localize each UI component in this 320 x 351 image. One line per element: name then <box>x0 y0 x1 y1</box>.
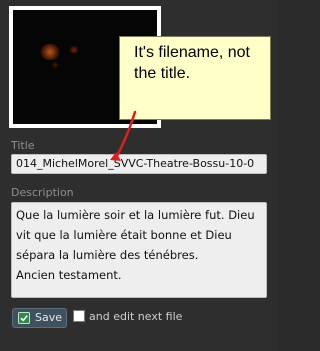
edit-next-checkbox[interactable] <box>73 310 85 322</box>
stage-light <box>69 46 79 54</box>
floppy-check-icon <box>18 312 30 324</box>
stage-light <box>39 44 61 60</box>
photo-edit-panel: Title 014_MichelMorel_SVVC-Theatre-Bossu… <box>0 0 277 351</box>
annotation-callout: It's filename, not the title. <box>119 36 271 120</box>
stage-light <box>51 62 59 68</box>
title-input[interactable]: 014_MichelMorel_SVVC-Theatre-Bossu-10-0 <box>11 154 267 174</box>
save-button-label: Save <box>35 311 63 324</box>
description-label: Description <box>11 186 74 199</box>
save-button[interactable]: Save <box>12 308 67 328</box>
description-textarea[interactable]: Que la lumière soir et la lumière fut. D… <box>11 202 267 298</box>
title-label: Title <box>11 139 35 152</box>
edit-next-label: and edit next file <box>89 310 183 323</box>
annotation-text: It's filename, not the title. <box>134 44 250 82</box>
